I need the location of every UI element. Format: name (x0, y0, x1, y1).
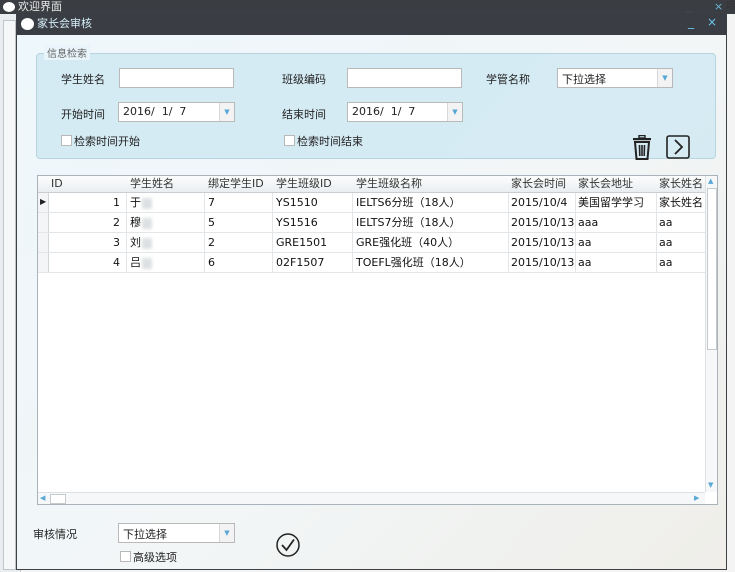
start-time-value: 2016/ 1/ 7 (123, 105, 187, 118)
results-table: ID 学生姓名 绑定学生ID 学生班级ID 学生班级名称 家长会时间 家长会地址… (37, 175, 718, 505)
column-header-parent-name[interactable]: 家长姓名 (656, 176, 709, 193)
class-code-input[interactable] (347, 68, 462, 88)
table-cell-parent-name[interactable]: aa (656, 233, 706, 253)
column-header-bound-student-id[interactable]: 绑定学生ID (204, 176, 277, 193)
table-cell-class-id[interactable]: YS1516 (272, 213, 353, 233)
class-code-label: 班级编码 (282, 73, 326, 86)
app-logo-icon (3, 2, 15, 12)
advanced-options-label: 高级选项 (133, 551, 177, 564)
trash-icon[interactable] (631, 135, 653, 161)
background-left-scroll (3, 20, 16, 570)
scroll-left-icon[interactable]: ◀ (40, 494, 45, 502)
table-cell-meeting-address[interactable]: aaa (575, 213, 657, 233)
dialog-title: 家长会审核 (37, 17, 92, 30)
chevron-down-icon[interactable]: ▼ (219, 524, 234, 542)
table-cell-meeting-time[interactable]: 2015/10/13 (508, 253, 576, 273)
check-circle-icon[interactable] (276, 533, 300, 557)
horizontal-scrollbar[interactable]: ◀ ▶ (38, 492, 705, 504)
scroll-down-icon[interactable]: ▼ (708, 481, 713, 489)
table-cell-class-name[interactable]: IELTS6分班（18人） (352, 193, 509, 213)
vertical-scrollbar[interactable]: ▲ ▼ (705, 176, 717, 492)
calendar-dropdown-icon[interactable]: ▼ (447, 103, 462, 121)
table-cell-parent-name[interactable]: aa (656, 213, 706, 233)
chevron-right-icon[interactable] (666, 135, 690, 159)
check-end-label: 检索时间结束 (297, 135, 363, 148)
table-cell-bound-student-id[interactable]: 5 (204, 213, 273, 233)
column-header-student-name[interactable]: 学生姓名 (126, 176, 209, 193)
chevron-down-icon[interactable]: ▼ (657, 69, 672, 87)
horizontal-scroll-thumb[interactable] (50, 494, 66, 504)
dialog-titlebar: 家长会审核 _ × (17, 13, 726, 35)
table-cell-meeting-address[interactable]: aa (575, 233, 657, 253)
parent-meeting-audit-dialog: 家长会审核 _ × 信息检索 学生姓名 班级编码 学管名称 下拉选择 ▼ 开始时… (16, 12, 727, 570)
table-cell-student-name[interactable]: 吕 (126, 253, 205, 273)
check-start-label: 检索时间开始 (74, 135, 140, 148)
table-cell-bound-student-id[interactable]: 7 (204, 193, 273, 213)
column-header-class-name[interactable]: 学生班级名称 (352, 176, 513, 193)
vertical-scroll-thumb[interactable] (707, 188, 717, 350)
table-cell-class-id[interactable]: GRE1501 (272, 233, 353, 253)
dialog-close-button[interactable]: × (707, 15, 717, 29)
column-header-id[interactable]: ID (48, 176, 130, 193)
table-cell-meeting-time[interactable]: 2015/10/4 (508, 193, 576, 213)
dialog-logo-icon (21, 18, 34, 30)
column-header-meeting-address[interactable]: 家长会地址 (575, 176, 660, 193)
manager-select[interactable]: 下拉选择 ▼ (557, 68, 673, 88)
table-cell-meeting-time[interactable]: 2015/10/13 (508, 213, 576, 233)
search-group-legend: 信息检索 (44, 45, 90, 60)
table-cell-id[interactable]: 2 (48, 213, 127, 233)
table-cell-student-name[interactable]: 刘 (126, 233, 205, 253)
table-cell-id[interactable]: 3 (48, 233, 127, 253)
table-cell-id[interactable]: 1 (48, 193, 127, 213)
redacted-mark (142, 237, 152, 249)
background-side-label: 培 (726, 1, 735, 12)
advanced-options-checkbox[interactable] (120, 551, 131, 562)
scroll-up-icon[interactable]: ▲ (708, 177, 713, 185)
table-cell-parent-name[interactable]: aa (656, 253, 706, 273)
table-cell-id[interactable]: 4 (48, 253, 127, 273)
redacted-mark (142, 257, 152, 269)
check-end-checkbox[interactable] (284, 135, 295, 146)
manager-select-value: 下拉选择 (562, 73, 606, 86)
scroll-right-icon[interactable]: ▶ (694, 494, 699, 502)
end-time-picker[interactable]: 2016/ 1/ 7 ▼ (347, 102, 463, 122)
student-name-input[interactable] (119, 68, 234, 88)
column-header-class-id[interactable]: 学生班级ID (272, 176, 357, 193)
redacted-mark (142, 197, 152, 209)
table-cell-meeting-address[interactable]: 美国留学学习 (575, 193, 657, 213)
start-time-label: 开始时间 (61, 108, 105, 121)
table-cell-meeting-address[interactable]: aa (575, 253, 657, 273)
table-cell-bound-student-id[interactable]: 6 (204, 253, 273, 273)
calendar-dropdown-icon[interactable]: ▼ (219, 103, 234, 121)
end-time-label: 结束时间 (282, 108, 326, 121)
student-name-label: 学生姓名 (61, 73, 105, 86)
table-cell-class-name[interactable]: IELTS7分班（18人） (352, 213, 509, 233)
column-header-meeting-time[interactable]: 家长会时间 (508, 176, 579, 193)
table-cell-class-name[interactable]: TOEFL强化班（18人） (352, 253, 509, 273)
audit-status-select[interactable]: 下拉选择 ▼ (118, 523, 235, 543)
check-start-checkbox[interactable] (61, 135, 72, 146)
table-cell-student-name[interactable]: 于 (126, 193, 205, 213)
dialog-minimize-button[interactable]: _ (688, 15, 694, 29)
end-time-value: 2016/ 1/ 7 (352, 105, 416, 118)
table-cell-student-name[interactable]: 穆 (126, 213, 205, 233)
table-cell-meeting-time[interactable]: 2015/10/13 (508, 233, 576, 253)
audit-status-value: 下拉选择 (123, 528, 167, 541)
table-cell-parent-name[interactable]: 家长姓名 (656, 193, 706, 213)
audit-status-label: 审核情况 (33, 528, 77, 541)
table-cell-class-id[interactable]: YS1510 (272, 193, 353, 213)
start-time-picker[interactable]: 2016/ 1/ 7 ▼ (118, 102, 235, 122)
table-cell-class-name[interactable]: GRE强化班（40人） (352, 233, 509, 253)
manager-label: 学管名称 (486, 73, 530, 86)
table-cell-bound-student-id[interactable]: 2 (204, 233, 273, 253)
table-cell-class-id[interactable]: 02F1507 (272, 253, 353, 273)
redacted-mark (142, 217, 152, 229)
